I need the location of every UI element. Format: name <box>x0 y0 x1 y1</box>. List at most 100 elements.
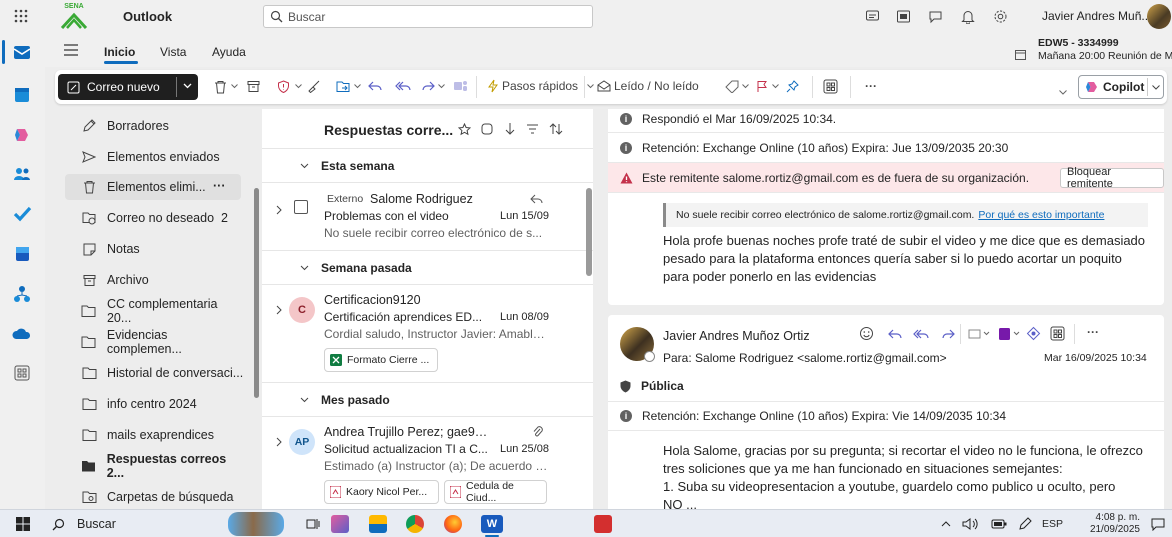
word-app-icon[interactable] <box>12 244 34 266</box>
list-item[interactable]: AP Andrea Trujillo Perez; gae9120 Solici… <box>262 417 593 509</box>
firefox-icon[interactable] <box>444 515 462 533</box>
folder-more-button[interactable]: ··· <box>213 179 226 193</box>
folder-historial[interactable]: Historial de conversaci... <box>65 360 245 386</box>
chrome-icon[interactable] <box>406 515 424 533</box>
pin-icon[interactable] <box>786 80 799 93</box>
teams-icon[interactable] <box>453 79 468 93</box>
copilot-button[interactable]: Copilot <box>1078 75 1164 99</box>
onedrive-icon[interactable] <box>12 324 34 346</box>
feedback-icon[interactable] <box>928 9 943 24</box>
loop-icon[interactable] <box>1026 326 1041 341</box>
reply-icon[interactable] <box>888 328 902 340</box>
hamburger-menu-icon[interactable] <box>64 44 78 56</box>
quick-actions-icon[interactable] <box>968 328 990 340</box>
reminder-title[interactable]: EDW5 - 3334999 <box>1038 37 1119 49</box>
reply-all-icon[interactable] <box>913 328 929 340</box>
more-options-button[interactable]: ··· <box>865 79 877 93</box>
flag-icon[interactable] <box>756 80 768 93</box>
chevron-right-icon[interactable] <box>276 305 282 315</box>
folder-info-centro[interactable]: info centro 2024 <box>65 391 245 417</box>
chevron-down-icon[interactable] <box>295 84 302 89</box>
tag-icon[interactable] <box>725 80 739 93</box>
why-important-link[interactable]: Por qué es esto importante <box>978 209 1104 221</box>
select-checkbox[interactable] <box>294 200 308 214</box>
list-item[interactable]: C Certificacion9120 Certificación aprend… <box>262 285 593 383</box>
todo-icon[interactable] <box>12 204 34 226</box>
tab-inicio[interactable]: Inicio <box>104 45 135 59</box>
app-launcher-icon[interactable] <box>14 9 28 23</box>
mail-app-icon[interactable] <box>12 42 34 64</box>
chevron-right-icon[interactable] <box>276 437 282 447</box>
attachment-chip[interactable]: Cedula de Ciud... <box>444 480 547 504</box>
task-view-icon[interactable] <box>306 517 320 531</box>
chevron-right-icon[interactable] <box>276 205 282 215</box>
settings-gear-icon[interactable] <box>993 9 1008 24</box>
file-explorer-icon[interactable] <box>369 515 387 533</box>
chevron-down-icon[interactable] <box>183 83 192 89</box>
tab-vista[interactable]: Vista <box>160 45 186 59</box>
delete-icon[interactable] <box>214 80 227 94</box>
filter-icon[interactable] <box>526 124 539 134</box>
archive-icon[interactable] <box>247 80 260 93</box>
chevron-down-icon[interactable] <box>231 84 238 89</box>
ribbon-collapse-chevron-icon[interactable] <box>1059 90 1067 95</box>
clock[interactable]: 4:08 p. m. 21/09/2025 <box>1070 512 1140 536</box>
block-sender-button[interactable]: Bloquear remitente <box>1060 166 1164 190</box>
select-mode-icon[interactable] <box>481 123 493 135</box>
volume-icon[interactable] <box>962 517 978 531</box>
chevron-down-icon[interactable] <box>438 84 445 89</box>
recipient[interactable]: Salome Rodriguez <salome.rortiz@gmail.co… <box>695 351 947 365</box>
reply-all-icon[interactable] <box>395 80 411 92</box>
attachment-chip[interactable]: Kaory Nicol Per... <box>324 480 439 504</box>
copilot-taskbar-icon[interactable] <box>331 515 349 533</box>
folder-evidencias[interactable]: Evidencias complemen... <box>65 328 245 356</box>
read-unread-button[interactable]: Leído / No leído <box>597 79 699 93</box>
forward-icon[interactable] <box>421 80 435 92</box>
reply-icon[interactable] <box>368 80 382 92</box>
acrobat-icon[interactable] <box>594 515 612 533</box>
apps-icon[interactable] <box>1050 326 1065 341</box>
move-to-folder-icon[interactable] <box>336 80 351 93</box>
reminder-subtitle[interactable]: Mañana 20:00 Reunión de M... <box>1038 50 1172 62</box>
forward-icon[interactable] <box>941 328 955 340</box>
list-scrollbar[interactable] <box>586 188 592 276</box>
more-apps-icon[interactable] <box>12 363 34 385</box>
sender-name[interactable]: Javier Andres Muñoz Ortiz <box>663 329 810 343</box>
calendar-icon[interactable] <box>12 85 34 107</box>
people-icon[interactable] <box>12 164 34 186</box>
group-header[interactable]: Mes pasado <box>262 383 593 417</box>
jump-down-icon[interactable] <box>505 122 515 136</box>
notifications-icon[interactable] <box>1151 517 1165 531</box>
search-input[interactable]: Buscar <box>263 5 593 28</box>
chevron-up-icon[interactable] <box>941 520 951 527</box>
attachment-chip[interactable]: Formato Cierre ... <box>324 348 438 372</box>
folder-correo-no-deseado[interactable]: Correo no deseado 2 <box>65 205 245 231</box>
org-explorer-icon[interactable] <box>12 284 34 306</box>
new-mail-button[interactable]: Correo nuevo <box>58 74 198 100</box>
language-indicator[interactable]: ESP <box>1042 518 1063 530</box>
folder-notas[interactable]: Notas <box>65 236 245 262</box>
apps-icon[interactable] <box>823 79 838 94</box>
pen-menu-icon[interactable] <box>1018 517 1032 531</box>
battery-icon[interactable] <box>991 518 1007 530</box>
quick-steps-button[interactable]: Pasos rápidos <box>487 79 594 93</box>
avatar[interactable] <box>1147 4 1171 29</box>
chevron-down-icon[interactable] <box>772 84 779 89</box>
windows-start-icon[interactable] <box>16 517 30 531</box>
chat-icon[interactable] <box>865 9 880 24</box>
folder-archivo[interactable]: Archivo <box>65 267 245 293</box>
tab-ayuda[interactable]: Ayuda <box>212 45 246 59</box>
folder-carpetas-busqueda[interactable]: Carpetas de búsqueda <box>65 484 245 509</box>
folder-respuestas-correos[interactable]: Respuestas correos 2... <box>65 452 245 480</box>
folder-elementos-eliminados[interactable]: Elementos elimi... ··· <box>65 174 241 200</box>
bell-icon[interactable] <box>961 9 975 24</box>
onenote-icon[interactable] <box>998 327 1020 341</box>
group-header[interactable]: Esta semana <box>262 149 593 183</box>
group-header[interactable]: Semana pasada <box>262 251 593 285</box>
more-actions-button[interactable]: ··· <box>1087 325 1099 339</box>
search-highlight-icon[interactable] <box>228 512 284 536</box>
folder-elementos-enviados[interactable]: Elementos enviados <box>65 144 245 170</box>
copilot-rail-icon[interactable] <box>12 125 34 147</box>
report-icon[interactable] <box>277 80 290 93</box>
sweep-icon[interactable] <box>307 80 320 93</box>
